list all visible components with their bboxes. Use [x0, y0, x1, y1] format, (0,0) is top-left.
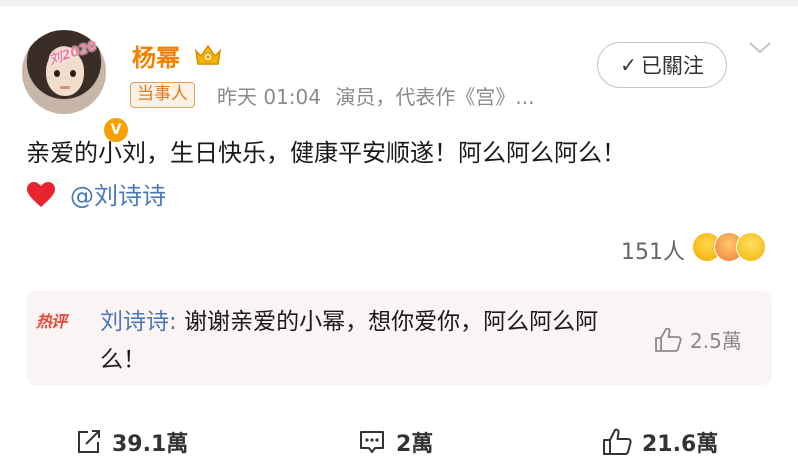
repost-button[interactable]: 39.1萬	[74, 420, 188, 464]
party-badge: 当事人	[130, 82, 195, 108]
comment-like-count: 2.5萬	[690, 329, 742, 353]
comment-like-button[interactable]: 2.5萬	[654, 325, 742, 354]
user-name[interactable]: 杨幂	[132, 38, 180, 73]
thumbs-up-icon	[603, 428, 632, 455]
post-time: 昨天 01:04	[217, 85, 321, 109]
mention-link[interactable]: @刘诗诗	[70, 182, 166, 210]
thumbs-up-icon	[655, 327, 682, 352]
repost-icon	[78, 430, 100, 453]
post-meta: 昨天 01:04 演员，代表作《宫》...	[217, 81, 534, 110]
avatar-mouth	[60, 86, 70, 89]
chevron-down-icon[interactable]	[748, 40, 772, 56]
reaction-emojis[interactable]	[692, 232, 770, 264]
comment-icon	[360, 431, 384, 453]
crown-icon	[194, 44, 222, 65]
hot-comment-body: 刘诗诗: 谢谢亲爱的小幂，想你爱你，阿么阿么阿么！	[100, 303, 620, 379]
commenter-separator: :	[169, 309, 185, 335]
like-count: 21.6萬	[642, 432, 719, 457]
commenter-name[interactable]: 刘诗诗	[100, 309, 169, 335]
avatar-eye	[54, 70, 60, 77]
user-bio: 演员，代表作《宫》...	[335, 85, 535, 109]
emoji-wow-icon	[736, 232, 766, 262]
repost-count: 39.1萬	[112, 432, 189, 457]
like-button[interactable]: 21.6萬	[602, 420, 718, 464]
post-text-line: 亲爱的小刘，生日快乐，健康平安顺遂！阿么阿么阿么！	[26, 139, 626, 167]
comment-count: 2萬	[396, 432, 434, 457]
avatar[interactable]: 刘2020 V	[22, 30, 130, 144]
heart-icon	[27, 182, 55, 207]
hot-comment-tag: 热评	[36, 312, 67, 331]
hot-comment[interactable]: 热评 刘诗诗: 谢谢亲爱的小幂，想你爱你，阿么阿么阿么！ 2.5萬	[26, 291, 772, 385]
reaction-count[interactable]: 151人	[621, 234, 685, 266]
top-divider	[0, 0, 798, 6]
follow-label: 已關注	[640, 54, 704, 78]
avatar-eye	[70, 70, 76, 77]
action-bar: 39.1萬 2萬 21.6萬	[0, 420, 798, 464]
post-text: 亲爱的小刘，生日快乐，健康平安顺遂！阿么阿么阿么！ @刘诗诗	[26, 132, 786, 218]
check-icon: ✓	[620, 53, 637, 77]
comment-button[interactable]: 2萬	[358, 420, 433, 464]
follow-button[interactable]: ✓ 已關注	[597, 42, 727, 88]
post-text-line: @刘诗诗	[26, 175, 786, 218]
